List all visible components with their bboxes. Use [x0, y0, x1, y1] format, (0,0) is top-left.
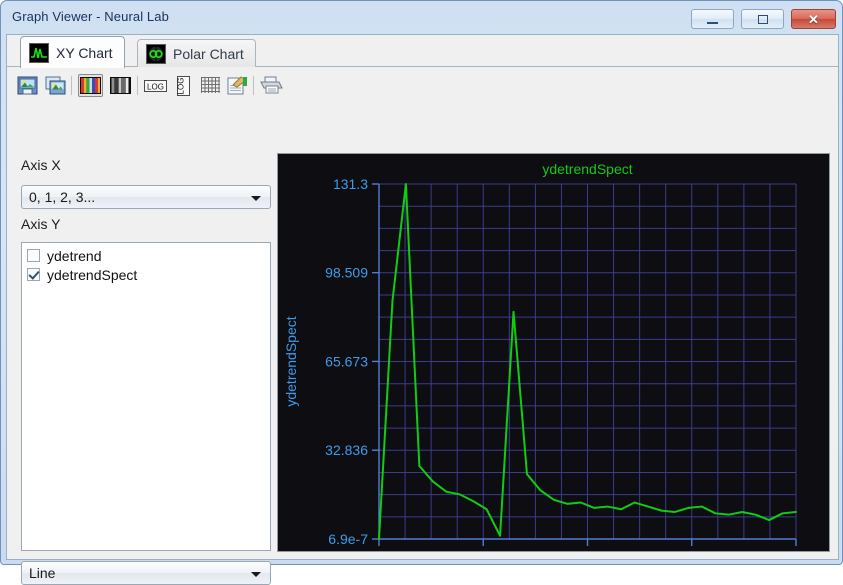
axis-y-label: Axis Y: [21, 216, 61, 232]
close-icon: ✕: [808, 11, 819, 27]
svg-text:6.9e-7: 6.9e-7: [328, 531, 368, 547]
toolbar-separator: [137, 76, 138, 95]
polar-chart-icon: [146, 44, 166, 64]
data-table-button[interactable]: [225, 74, 250, 97]
maximize-icon: [757, 14, 768, 24]
list-item-label: ydetrend: [47, 247, 102, 264]
copy-image-button[interactable]: [43, 74, 68, 97]
xy-chart: 6.9e-7 32.836 65.673 98.509 131.3 0 7.75 15.5 23…: [278, 154, 829, 551]
maximize-button[interactable]: [741, 9, 784, 29]
plot-type-combobox-value: Line: [29, 565, 56, 581]
client-area: XY Chart Polar Chart LOG LOG Axis X 0, 1…: [6, 34, 839, 585]
axis-y-series-list[interactable]: ydetrend ydetrendSpect: [21, 242, 271, 551]
close-button[interactable]: ✕: [791, 9, 836, 29]
list-item[interactable]: ydetrend: [22, 246, 270, 265]
print-button[interactable]: [259, 74, 284, 97]
axis-x-combobox[interactable]: 0, 1, 2, 3...: [21, 185, 271, 209]
grayscale-button[interactable]: [108, 74, 133, 97]
toolbar-separator: [71, 76, 72, 95]
grid-button[interactable]: [198, 74, 223, 97]
tab-polar-chart[interactable]: Polar Chart: [137, 39, 256, 68]
window-title: Graph Viewer - Neural Lab: [12, 9, 169, 24]
chart-panel[interactable]: 6.9e-7 32.836 65.673 98.509 131.3 0 7.75 15.5 23…: [277, 153, 830, 552]
list-item-label: ydetrendSpect: [47, 266, 138, 283]
xy-chart-icon: [29, 42, 49, 63]
svg-text:LOG: LOG: [147, 82, 164, 91]
tab-strip: XY Chart Polar Chart: [7, 35, 838, 68]
minimize-button[interactable]: [691, 9, 734, 29]
save-image-button[interactable]: [15, 74, 40, 97]
series-checkbox[interactable]: [27, 268, 40, 281]
svg-text:23.25: 23.25: [674, 549, 709, 551]
svg-text:65.673: 65.673: [325, 353, 368, 369]
toolbar-separator: [253, 76, 254, 95]
log-y-button[interactable]: LOG: [171, 74, 196, 97]
svg-text:98.509: 98.509: [325, 265, 368, 281]
toolbar: LOG LOG: [7, 67, 838, 178]
svg-text:7.75: 7.75: [470, 549, 497, 551]
tab-polar-chart-label: Polar Chart: [173, 46, 244, 62]
chevron-down-icon: [251, 572, 261, 577]
axis-x-combobox-value: 0, 1, 2, 3...: [29, 189, 96, 205]
svg-text:LOG: LOG: [177, 77, 186, 94]
application-window: Graph Viewer - Neural Lab ✕ XY Chart Pol…: [0, 0, 843, 585]
tab-xy-chart-label: XY Chart: [56, 44, 113, 61]
chart-y-axis-label: ydetrendSpect: [283, 316, 299, 406]
svg-text:31: 31: [788, 549, 804, 551]
log-x-button[interactable]: LOG: [143, 74, 168, 97]
svg-text:0: 0: [375, 549, 383, 551]
list-item[interactable]: ydetrendSpect: [22, 265, 270, 284]
chevron-down-icon: [251, 196, 261, 201]
chart-title: ydetrendSpect: [542, 161, 632, 177]
title-bar: Graph Viewer - Neural Lab ✕: [1, 1, 843, 34]
series-checkbox[interactable]: [27, 249, 40, 262]
tab-xy-chart[interactable]: XY Chart: [20, 36, 125, 68]
color-palette-button[interactable]: [78, 74, 103, 97]
axis-x-label: Axis X: [21, 157, 61, 173]
svg-text:32.836: 32.836: [325, 442, 368, 458]
svg-text:131.3: 131.3: [333, 176, 368, 192]
svg-text:15.5: 15.5: [574, 549, 601, 551]
minimize-icon: [707, 21, 718, 24]
